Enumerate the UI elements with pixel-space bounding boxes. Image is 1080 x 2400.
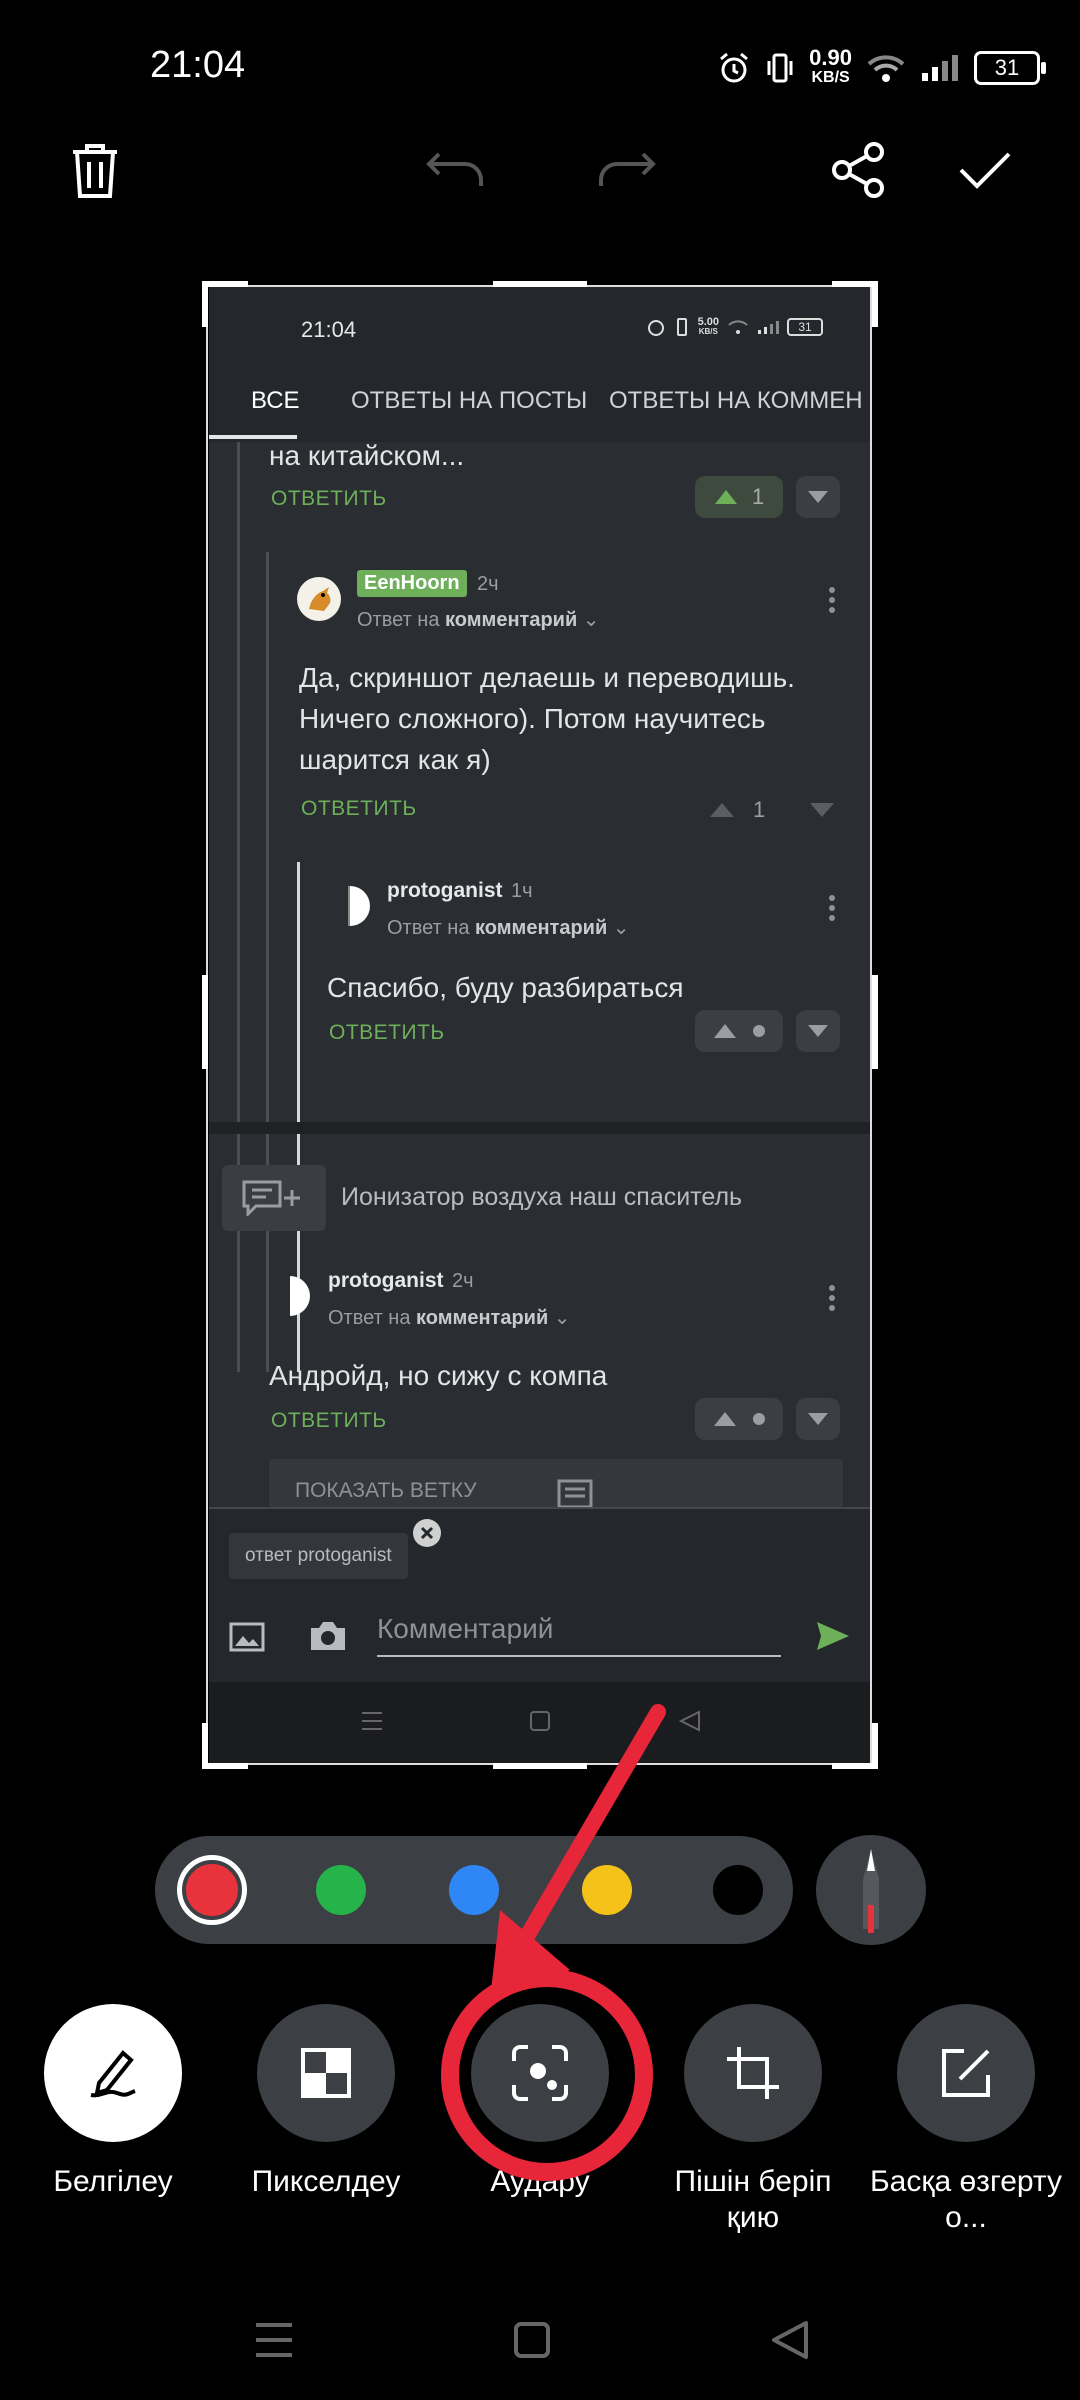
tool-label: Басқа өзгерту о... <box>869 2165 1063 2234</box>
crop-handle-top-right-v <box>872 281 878 327</box>
color-swatch-red[interactable] <box>182 1860 242 1920</box>
crop-handle-top-left[interactable] <box>202 281 248 287</box>
vibrate-icon <box>767 53 793 83</box>
marker-pen-icon <box>863 1849 879 1933</box>
delete-button[interactable] <box>60 135 130 205</box>
nav-menu-button[interactable] <box>244 2310 304 2370</box>
tool-crop-button[interactable] <box>684 2004 822 2142</box>
annotation-arrow-shaft <box>504 1704 666 1970</box>
crop-handle-top-left-v <box>202 281 208 327</box>
tool-label: Пішін беріп қию <box>674 2165 832 2234</box>
color-swatch-black[interactable] <box>713 1865 763 1915</box>
tool-markup-button[interactable] <box>44 2004 182 2142</box>
wifi-icon <box>867 55 905 82</box>
battery-indicator: 31 <box>974 51 1046 85</box>
annotation-circle <box>441 1969 653 2181</box>
trash-icon <box>73 144 117 198</box>
confirm-button[interactable] <box>950 135 1020 205</box>
annotation-overlay <box>441 1704 666 2181</box>
crop-handle-bottom-left[interactable] <box>202 1763 248 1769</box>
undo-icon <box>426 152 483 186</box>
share-icon <box>832 142 884 198</box>
nav-back-button[interactable] <box>760 2310 820 2370</box>
pen-icon <box>90 2050 136 2098</box>
crop-handle-right[interactable] <box>872 975 878 1069</box>
crop-handle-bottom-right-v <box>872 1723 878 1769</box>
home-icon <box>514 2322 550 2358</box>
tool-more-edit-button[interactable] <box>897 2004 1035 2142</box>
share-button[interactable] <box>823 135 893 205</box>
undo-button[interactable] <box>420 135 490 205</box>
crop-frame[interactable] <box>206 285 872 1765</box>
redo-button[interactable] <box>592 135 662 205</box>
redo-icon <box>599 152 656 186</box>
crop-handle-bottom-left-v <box>202 1723 208 1769</box>
color-swatch-green[interactable] <box>316 1865 366 1915</box>
signal-icon <box>922 55 958 81</box>
status-time: 21:04 <box>150 44 246 86</box>
tool-label: Белгілеу <box>53 2165 173 2198</box>
crop-handle-top[interactable] <box>493 281 587 287</box>
crop-handle-left[interactable] <box>202 975 208 1069</box>
status-icons: 0.90 KB/S 31 <box>717 45 1046 88</box>
pen-style-button[interactable] <box>816 1835 926 1945</box>
tool-pixelate-button[interactable] <box>257 2004 395 2142</box>
crop-icon <box>727 2047 779 2099</box>
pixelate-icon <box>301 2048 351 2098</box>
menu-icon <box>256 2323 292 2357</box>
check-icon <box>959 152 1011 189</box>
nav-home-button[interactable] <box>502 2310 562 2370</box>
network-speed: 0.90 KB/S <box>809 45 852 87</box>
back-icon <box>772 2321 808 2359</box>
tool-label: Пикселдеу <box>251 2165 401 2198</box>
alarm-icon <box>720 52 749 83</box>
edit-icon <box>942 2049 990 2097</box>
